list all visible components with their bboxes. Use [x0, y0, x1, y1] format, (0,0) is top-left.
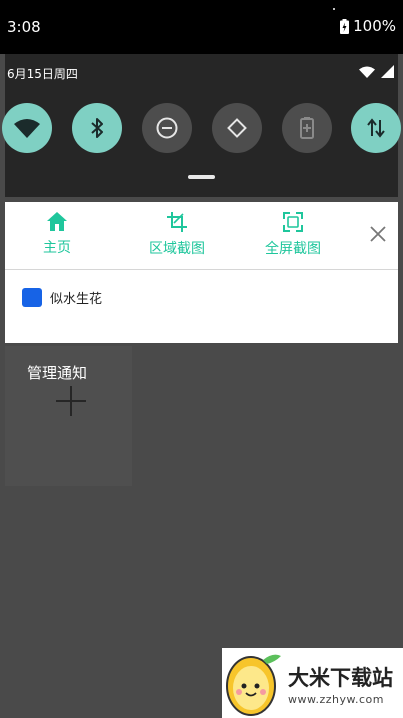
crop-icon: [167, 212, 187, 232]
watermark-title: 大米下载站: [288, 666, 393, 690]
app-actions: 主页 区域截图 全屏截图: [5, 202, 398, 269]
qs-tile-auto-rotate[interactable]: [212, 103, 262, 153]
data-transfer-icon: [367, 118, 385, 138]
plus-icon: [56, 386, 86, 416]
wifi-signal-icon: [359, 66, 375, 78]
action-region-screenshot[interactable]: 区域截图: [149, 212, 205, 258]
battery-charging-icon: [340, 18, 350, 34]
qs-tiles-row: [2, 103, 401, 153]
app-icon: [22, 288, 42, 307]
fullscreen-icon: [283, 212, 303, 232]
action-region-screenshot-label: 区域截图: [149, 241, 205, 257]
close-icon: [370, 226, 386, 242]
action-fullscreen-screenshot-label: 全屏截图: [265, 241, 321, 257]
qs-tile-bluetooth[interactable]: [72, 103, 122, 153]
qs-tile-wifi[interactable]: [2, 103, 52, 153]
app-notification-card: 主页 区域截图 全屏截图 似水生花: [5, 202, 398, 343]
wifi-icon: [14, 119, 40, 138]
status-time: 3:08: [7, 18, 41, 36]
action-home-label: 主页: [43, 240, 71, 256]
qs-tile-battery-saver[interactable]: [282, 103, 332, 153]
auto-rotate-icon: [227, 118, 247, 138]
watermark: 大米下载站 www.zzhyw.com: [222, 648, 403, 718]
mascot-logo-icon: [226, 654, 281, 716]
notification-item[interactable]: 似水生花: [22, 288, 102, 307]
bluetooth-icon: [91, 118, 103, 138]
battery-percent: 100%: [353, 17, 396, 35]
action-home[interactable]: 主页: [43, 212, 71, 257]
home-icon: [47, 212, 67, 231]
card-divider: [5, 269, 398, 270]
status-right: 100%: [340, 17, 396, 35]
qs-tile-do-not-disturb[interactable]: [142, 103, 192, 153]
qs-expand-handle[interactable]: [188, 175, 215, 179]
manage-notifications-tile[interactable]: 管理通知: [5, 346, 132, 486]
qs-status-icons: [359, 65, 394, 78]
cell-signal-icon: [381, 65, 394, 78]
battery-saver-icon: [300, 117, 314, 139]
quick-settings-panel: 6月15日周四: [2, 54, 401, 197]
notification-item-text: 似水生花: [50, 292, 103, 307]
action-fullscreen-screenshot[interactable]: 全屏截图: [265, 212, 321, 258]
notification-dot-icon: [333, 8, 335, 10]
do-not-disturb-icon: [156, 117, 178, 139]
watermark-url: www.zzhyw.com: [288, 693, 384, 706]
status-bar: 3:08 100%: [0, 0, 403, 54]
qs-date: 6月15日周四: [7, 67, 78, 81]
qs-tile-mobile-data[interactable]: [351, 103, 401, 153]
close-button[interactable]: [370, 226, 386, 246]
manage-notifications-label: 管理通知: [27, 364, 88, 382]
